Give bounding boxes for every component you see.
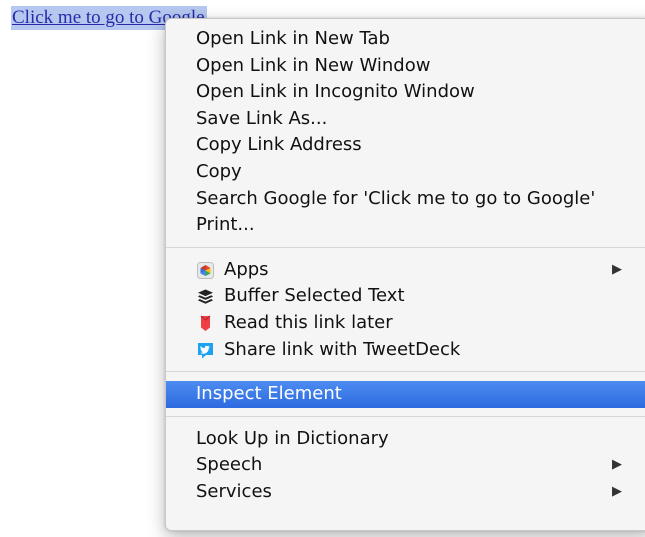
menu-item-copy-link-address[interactable]: Copy Link Address (166, 132, 645, 159)
menu-item-label: Inspect Element (196, 383, 342, 405)
menu-item-open-incognito[interactable]: Open Link in Incognito Window (166, 79, 645, 106)
menu-item-label: Apps (224, 258, 269, 280)
menu-item-label: Copy Link Address (196, 134, 362, 156)
menu-item-speech[interactable]: Speech ▶ (166, 452, 645, 479)
menu-separator (166, 246, 645, 248)
pocket-icon (197, 315, 214, 332)
menu-item-share-tweetdeck[interactable]: Share link with TweetDeck (166, 337, 645, 364)
menu-item-services[interactable]: Services ▶ (166, 479, 645, 506)
menu-item-inspect-element[interactable]: Inspect Element (166, 381, 645, 408)
chevron-right-icon: ▶ (612, 261, 622, 277)
menu-item-label: Search Google for 'Click me to go to Goo… (196, 187, 596, 209)
menu-item-label: Open Link in New Window (196, 54, 431, 76)
menu-item-copy[interactable]: Copy (166, 159, 645, 186)
menu-item-look-up-dictionary[interactable]: Look Up in Dictionary (166, 426, 645, 453)
chevron-right-icon: ▶ (612, 483, 622, 499)
tweetdeck-icon (197, 342, 214, 359)
menu-item-print[interactable]: Print... (166, 212, 645, 239)
menu-item-label: Print... (196, 214, 255, 236)
menu-item-label: Look Up in Dictionary (196, 427, 389, 449)
menu-item-label: Open Link in New Tab (196, 28, 390, 49)
menu-item-label: Copy (196, 160, 242, 182)
menu-item-search-google[interactable]: Search Google for 'Click me to go to Goo… (166, 186, 645, 213)
menu-item-label: Save Link As... (196, 107, 328, 129)
menu-item-apps[interactable]: Apps ▶ (166, 257, 645, 284)
apps-icon (197, 261, 214, 279)
menu-item-label: Buffer Selected Text (224, 285, 405, 307)
menu-item-label: Open Link in Incognito Window (196, 81, 475, 103)
menu-item-open-new-window[interactable]: Open Link in New Window (166, 53, 645, 80)
menu-item-label: Read this link later (224, 311, 393, 333)
menu-separator (166, 371, 645, 373)
menu-item-label: Share link with TweetDeck (224, 338, 461, 360)
chevron-right-icon: ▶ (612, 457, 622, 473)
menu-item-label: Services (196, 480, 272, 502)
menu-item-read-later[interactable]: Read this link later (166, 310, 645, 337)
menu-item-buffer-selected-text[interactable]: Buffer Selected Text (166, 283, 645, 310)
menu-item-open-new-tab[interactable]: Open Link in New Tab (166, 26, 645, 53)
context-menu: Open Link in New Tab Open Link in New Wi… (165, 18, 645, 531)
menu-item-save-link-as[interactable]: Save Link As... (166, 106, 645, 133)
buffer-icon (197, 288, 214, 305)
menu-item-label: Speech (196, 454, 263, 476)
menu-separator (166, 415, 645, 417)
